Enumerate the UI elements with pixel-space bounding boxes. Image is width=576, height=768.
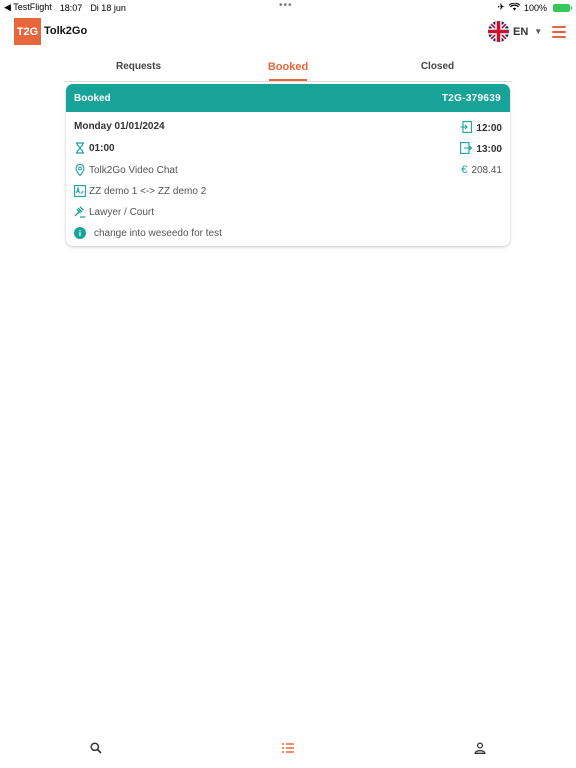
location-pin-icon <box>74 164 86 176</box>
search-icon[interactable] <box>88 740 104 756</box>
booking-id: T2G-379639 <box>441 93 501 104</box>
chevron-down-icon: ▼ <box>534 27 543 36</box>
booking-start-time: 12:00 <box>476 123 502 134</box>
battery-icon <box>553 3 572 12</box>
booking-note: change into weseedo for test <box>94 227 222 239</box>
battery-percent: 100% <box>523 2 547 13</box>
profile-icon[interactable] <box>472 740 488 756</box>
booking-duration-row: 01:00 <box>74 142 115 154</box>
list-icon[interactable] <box>280 740 296 756</box>
booking-price: 208.41 <box>471 164 502 176</box>
hamburger-menu-icon[interactable] <box>552 26 566 38</box>
language-selector[interactable]: EN ▼ <box>488 21 542 42</box>
booking-sector-row: Lawyer / Court <box>74 206 154 218</box>
gavel-icon <box>74 206 86 218</box>
booking-start-row: 12:00 <box>460 121 502 136</box>
airplane-icon: ✈ <box>497 2 505 12</box>
app-header: T2G Tolk2Go EN ▼ <box>0 18 576 48</box>
logout-icon <box>460 142 473 157</box>
booking-languages-row: ZZ demo 1 <-> ZZ demo 2 <box>74 185 206 197</box>
booking-price-row: € 208.41 <box>461 164 502 176</box>
booking-location-row: Tolk2Go Video Chat <box>74 164 178 176</box>
booking-status: Booked <box>74 93 111 104</box>
booking-location: Tolk2Go Video Chat <box>89 164 178 176</box>
status-time: 18:07 <box>59 2 83 13</box>
multitask-dots[interactable]: ••• <box>279 0 293 11</box>
wifi-icon <box>508 2 521 13</box>
booking-date: Monday 01/01/2024 <box>74 121 165 132</box>
booking-end-time: 13:00 <box>476 144 502 155</box>
currency-symbol: € <box>461 164 468 176</box>
login-icon <box>460 121 473 136</box>
language-label: EN <box>513 25 529 38</box>
back-to-testflight[interactable]: ◀ TestFlight <box>4 2 52 13</box>
booking-sector: Lawyer / Court <box>89 206 155 218</box>
booking-card[interactable]: Booked T2G-379639 Monday 01/01/2024 01:0… <box>66 84 510 246</box>
uk-flag-icon <box>488 21 509 42</box>
booking-note-row: i change into weseedo for test <box>74 227 222 239</box>
booking-card-header: Booked T2G-379639 <box>66 84 510 112</box>
logo-text: Tolk2Go <box>44 25 88 37</box>
booking-languages: ZZ demo 1 <-> ZZ demo 2 <box>89 185 207 197</box>
logo-mark: T2G <box>14 18 41 45</box>
tab-closed[interactable]: Closed <box>363 52 512 81</box>
booking-tabs: Requests Booked Closed <box>64 52 512 82</box>
translate-icon <box>74 185 86 197</box>
hourglass-icon <box>74 142 86 154</box>
tab-booked[interactable]: Booked <box>213 52 363 81</box>
booking-end-row: 13:00 <box>460 142 502 157</box>
status-bar: ◀ TestFlight 18:07 Di 18 jun ••• ✈ 100% <box>0 0 576 14</box>
info-icon: i <box>74 227 86 239</box>
tab-requests[interactable]: Requests <box>64 52 213 81</box>
booking-date-row: Monday 01/01/2024 <box>74 121 165 132</box>
booking-duration: 01:00 <box>89 142 115 154</box>
bottom-navigation <box>0 734 576 768</box>
status-date: Di 18 jun <box>90 2 126 13</box>
active-tab-indicator <box>269 79 307 81</box>
